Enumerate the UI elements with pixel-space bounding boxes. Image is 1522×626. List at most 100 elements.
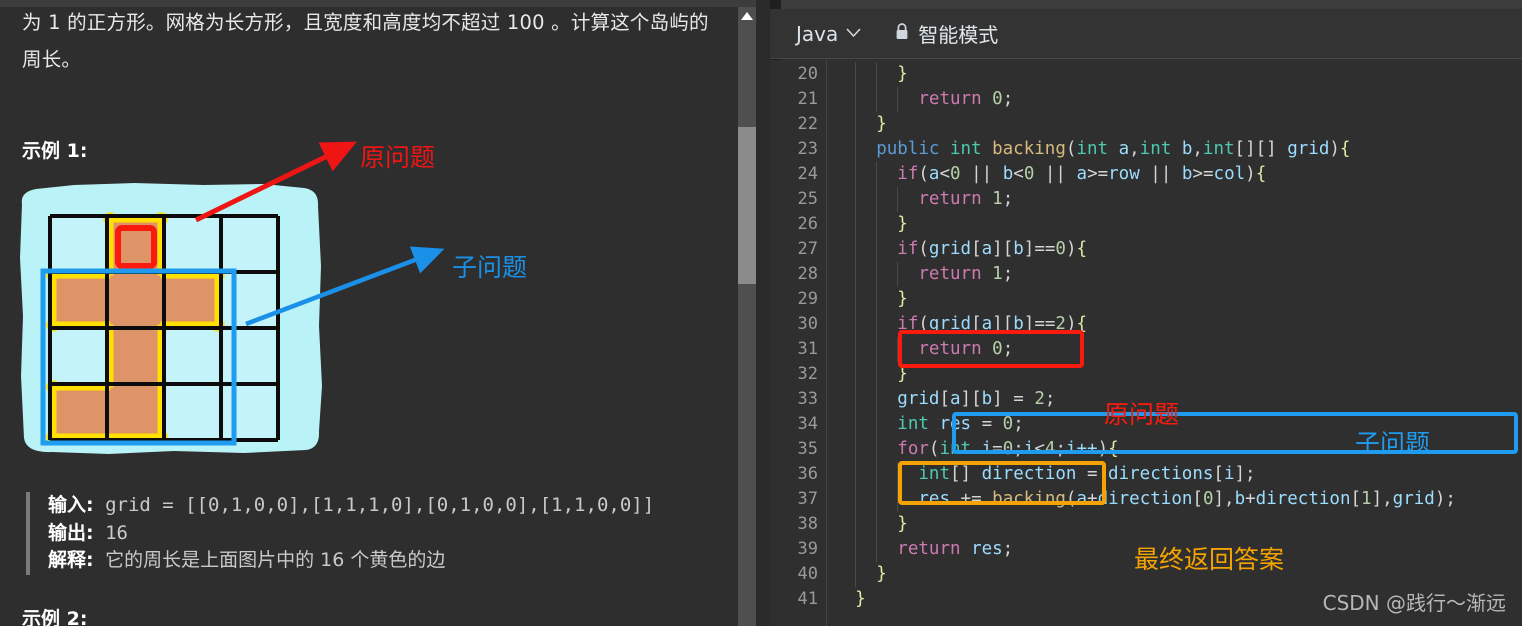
- code-token: res: [971, 539, 1003, 559]
- code-token: [][]: [1234, 139, 1288, 159]
- code-line[interactable]: }: [834, 587, 866, 612]
- code-token: }: [876, 564, 887, 584]
- code-line[interactable]: }: [834, 62, 908, 87]
- line-number: 27: [797, 239, 818, 259]
- code-token: return: [918, 264, 993, 284]
- indent-guide: [855, 487, 857, 512]
- scroll-up-arrow-icon[interactable]: [738, 7, 756, 25]
- io-explain-label: 解释:: [48, 549, 94, 571]
- code-token: backing: [992, 489, 1066, 509]
- code-token: +: [1245, 489, 1256, 509]
- indent-guide: [876, 487, 878, 512]
- code-token: ;: [1055, 439, 1066, 459]
- code-line[interactable]: if(a<0 || b<0 || a>=row || b>=col){: [834, 162, 1266, 187]
- code-token: b: [1181, 164, 1193, 184]
- indent-guide: [855, 437, 857, 462]
- code-token: a: [950, 389, 961, 409]
- code-token: 0: [1002, 439, 1014, 459]
- problem-statement-pane: 为 1 的正方形。网格为长方形，且宽度和高度均不超过 100 。计算这个岛屿的周…: [0, 0, 770, 626]
- code-line[interactable]: public int backing(int a,int b,int[][] g…: [834, 137, 1350, 162]
- io-output-label: 输出:: [48, 521, 94, 544]
- code-token: []: [950, 464, 982, 484]
- code-token: [: [1350, 489, 1362, 509]
- code-token: a: [1076, 489, 1088, 509]
- code-line[interactable]: }: [834, 362, 908, 387]
- code-token: ],: [1371, 489, 1393, 509]
- code-token: 0: [1202, 489, 1214, 509]
- code-token: 0: [950, 164, 961, 184]
- code-token: grid: [897, 389, 940, 409]
- code-line[interactable]: res += backing(a+direction[0],b+directio…: [834, 487, 1456, 512]
- code-token: ][: [960, 389, 982, 409]
- indent-guide: [876, 412, 878, 437]
- code-token: b: [981, 389, 993, 409]
- code-token: ): [1065, 314, 1077, 334]
- code-token: ;: [1002, 264, 1014, 284]
- code-line[interactable]: return 0;: [834, 337, 1013, 362]
- code-token: }: [897, 514, 908, 534]
- io-explain-value: 它的周长是上面图片中的 16 个黄色的边: [105, 549, 446, 571]
- code-token: >=: [1087, 164, 1109, 184]
- line-number: 38: [797, 514, 818, 534]
- code-token: row: [1108, 164, 1140, 184]
- indent-guide: [876, 387, 878, 412]
- indent-guide: [855, 87, 857, 112]
- code-token: (: [918, 314, 929, 334]
- code-line[interactable]: int res = 0;: [834, 412, 1023, 437]
- code-token: ,: [1192, 139, 1203, 159]
- code-token: grid: [928, 239, 972, 259]
- code-token: ],: [1213, 489, 1235, 509]
- code-line[interactable]: return res;: [834, 537, 1013, 562]
- code-token: (: [928, 439, 940, 459]
- code-token: [: [939, 389, 950, 409]
- code-token: 0: [1002, 414, 1014, 434]
- code-line[interactable]: return 1;: [834, 187, 1013, 212]
- line-number: 28: [797, 264, 818, 284]
- left-pane-scrollbar[interactable]: [738, 7, 756, 626]
- code-line[interactable]: if(grid[a][b]==2){: [834, 312, 1087, 337]
- indent-guide: [876, 362, 878, 387]
- code-token: a: [1118, 139, 1130, 159]
- indent-guide: [876, 337, 878, 362]
- code-line[interactable]: }: [834, 562, 887, 587]
- code-line[interactable]: }: [834, 287, 908, 312]
- code-token: int: [918, 464, 950, 484]
- language-selector[interactable]: Java: [796, 22, 861, 46]
- code-token: return: [918, 339, 993, 359]
- code-line[interactable]: }: [834, 112, 887, 137]
- code-token: if: [897, 314, 919, 334]
- csdn-watermark: CSDN @践行～渐远: [1322, 591, 1506, 615]
- code-token: );: [1434, 489, 1456, 509]
- code-token: b: [1181, 139, 1193, 159]
- code-line[interactable]: grid[a][b] = 2;: [834, 387, 1055, 412]
- line-number: 32: [797, 364, 818, 384]
- line-number: 35: [797, 439, 818, 459]
- code-token: return: [897, 539, 972, 559]
- indent-guide: [855, 187, 857, 212]
- code-token: res: [939, 414, 972, 434]
- code-line[interactable]: if(grid[a][b]==0){: [834, 237, 1087, 262]
- annotation-original-problem-code: 原问题: [1104, 400, 1180, 429]
- code-token: }: [876, 114, 887, 134]
- smart-mode-indicator[interactable]: 智能模式: [895, 19, 998, 48]
- indent-guide: [876, 537, 878, 562]
- code-line[interactable]: }: [834, 212, 908, 237]
- line-number: 34: [797, 414, 818, 434]
- left-scrollbar-thumb[interactable]: [738, 127, 756, 284]
- annotation-original-problem-left: 原问题: [360, 143, 436, 172]
- io-input-value: grid = [[0,1,0,0],[1,1,1,0],[0,1,0,0],[1…: [105, 494, 655, 516]
- code-token: [: [1192, 489, 1203, 509]
- code-line[interactable]: return 0;: [834, 87, 1013, 112]
- code-token: 1: [1361, 489, 1372, 509]
- annotation-final-answer-code: 最终返回答案: [1134, 545, 1285, 574]
- code-line[interactable]: }: [834, 512, 908, 537]
- code-token: ): [1245, 164, 1256, 184]
- code-token: direction: [1097, 489, 1193, 509]
- code-line[interactable]: return 1;: [834, 262, 1013, 287]
- indent-guide: [855, 562, 857, 587]
- example-io-block: 输入: grid = [[0,1,0,0],[1,1,1,0],[0,1,0,0…: [26, 492, 706, 575]
- indent-guide: [855, 237, 857, 262]
- code-token: int: [949, 139, 993, 159]
- code-token: ): [1329, 139, 1340, 159]
- code-token: ;: [1002, 89, 1014, 109]
